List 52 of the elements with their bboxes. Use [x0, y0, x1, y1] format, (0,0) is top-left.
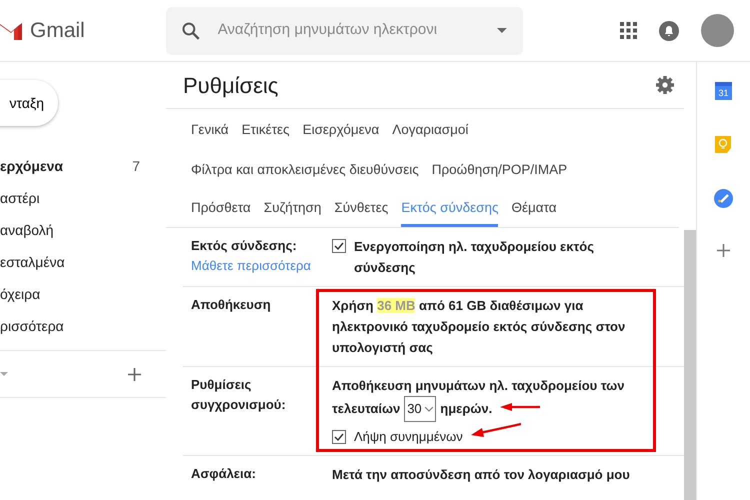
scrollbar[interactable]: [684, 230, 696, 500]
search-icon: [182, 22, 200, 40]
setting-label: Αποθήκευση: [191, 296, 272, 314]
sidebar-item[interactable]: εσταλμένα: [0, 246, 166, 278]
sidebar-item[interactable]: όχειρα: [0, 278, 166, 310]
days-select[interactable]: 30: [404, 396, 436, 422]
search-field[interactable]: Αναζήτηση μηνυμάτων ηλεκτρονι: [166, 6, 523, 54]
settings-tab[interactable]: Θέματα: [511, 198, 557, 227]
settings-tab[interactable]: Ετικέτες: [242, 120, 290, 149]
apps-grid-icon[interactable]: [620, 22, 637, 39]
plus-icon[interactable]: [716, 244, 730, 257]
annotation-arrow: [470, 422, 521, 438]
dropdown-caret-icon[interactable]: [497, 28, 507, 33]
settings-title: Ρυθμίσεις: [183, 72, 278, 100]
checkbox-label: Λήψη συνημμένων: [354, 428, 463, 446]
storage-usage-text: Χρήση 36 MB από 61 GB διαθέσιμων για ηλεκτρονικό ταχυδρομείο εκτός σύνδεσης στον υπολογιστή σας: [332, 297, 626, 357]
setting-label: Ασφάλεια:: [191, 465, 257, 483]
checkbox-label: Ενεργοποίηση ηλ. ταχυδρομείου εκτός σύνδεσης: [354, 238, 595, 277]
sidebar-item[interactable]: ρισσότερα: [0, 310, 166, 342]
settings-tab[interactable]: Γενικά: [191, 120, 229, 149]
settings-tab[interactable]: Πρόσθετα: [191, 198, 251, 227]
learn-more-link[interactable]: Μάθετε περισσότερα: [191, 258, 311, 272]
sidebar-item[interactable]: αστέρι: [0, 182, 166, 214]
settings-tab[interactable]: Σύνθετες: [334, 198, 388, 227]
checkmark-circle-icon[interactable]: [714, 189, 732, 208]
calendar-icon[interactable]: 31: [714, 82, 732, 100]
compose-button[interactable]: νταξη: [0, 80, 58, 126]
account-avatar[interactable]: [701, 14, 734, 47]
annotation-arrow: [500, 402, 540, 412]
sync-text: τελευταίων: [332, 400, 400, 418]
settings-tab[interactable]: Εκτός σύνδεσης: [401, 198, 498, 227]
settings-tab[interactable]: Συζήτηση: [264, 198, 322, 227]
sidebar-item[interactable]: ερχόμενα 7: [0, 150, 166, 182]
sync-text: Αποθήκευση μηνυμάτων ηλ. ταχυδρομείου των: [332, 377, 626, 395]
security-text: Μετά την αποσύνδεση από τον λογαριασμό μου: [332, 466, 631, 484]
setting-label: Ρυθμίσεις συγχρονισμού:: [191, 376, 287, 414]
gmail-logo-text: Gmail: [30, 18, 85, 44]
settings-tab[interactable]: Εισερχόμενα: [302, 120, 380, 149]
sync-text: ημερών.: [440, 400, 492, 418]
sidebar-item[interactable]: αναβολή: [0, 214, 166, 246]
setting-label: Εκτός σύνδεσης:: [191, 237, 298, 255]
notification-bell-icon[interactable]: [659, 20, 679, 40]
settings-tab[interactable]: Προώθηση/POP/IMAP: [432, 160, 568, 189]
settings-tab[interactable]: Λογαριασμοί: [392, 120, 468, 149]
settings-tab[interactable]: Φίλτρα και αποκλεισμένες διευθύνσεις: [191, 160, 419, 189]
caret-icon: [425, 407, 434, 412]
gmail-logo-icon: [0, 22, 22, 40]
search-input[interactable]: Αναζήτηση μηνυμάτων ηλεκτρονι: [216, 18, 482, 43]
checkbox[interactable]: [332, 239, 346, 253]
plus-icon[interactable]: [128, 368, 141, 380]
checkbox[interactable]: [332, 430, 346, 444]
settings-icon[interactable]: [656, 76, 674, 94]
